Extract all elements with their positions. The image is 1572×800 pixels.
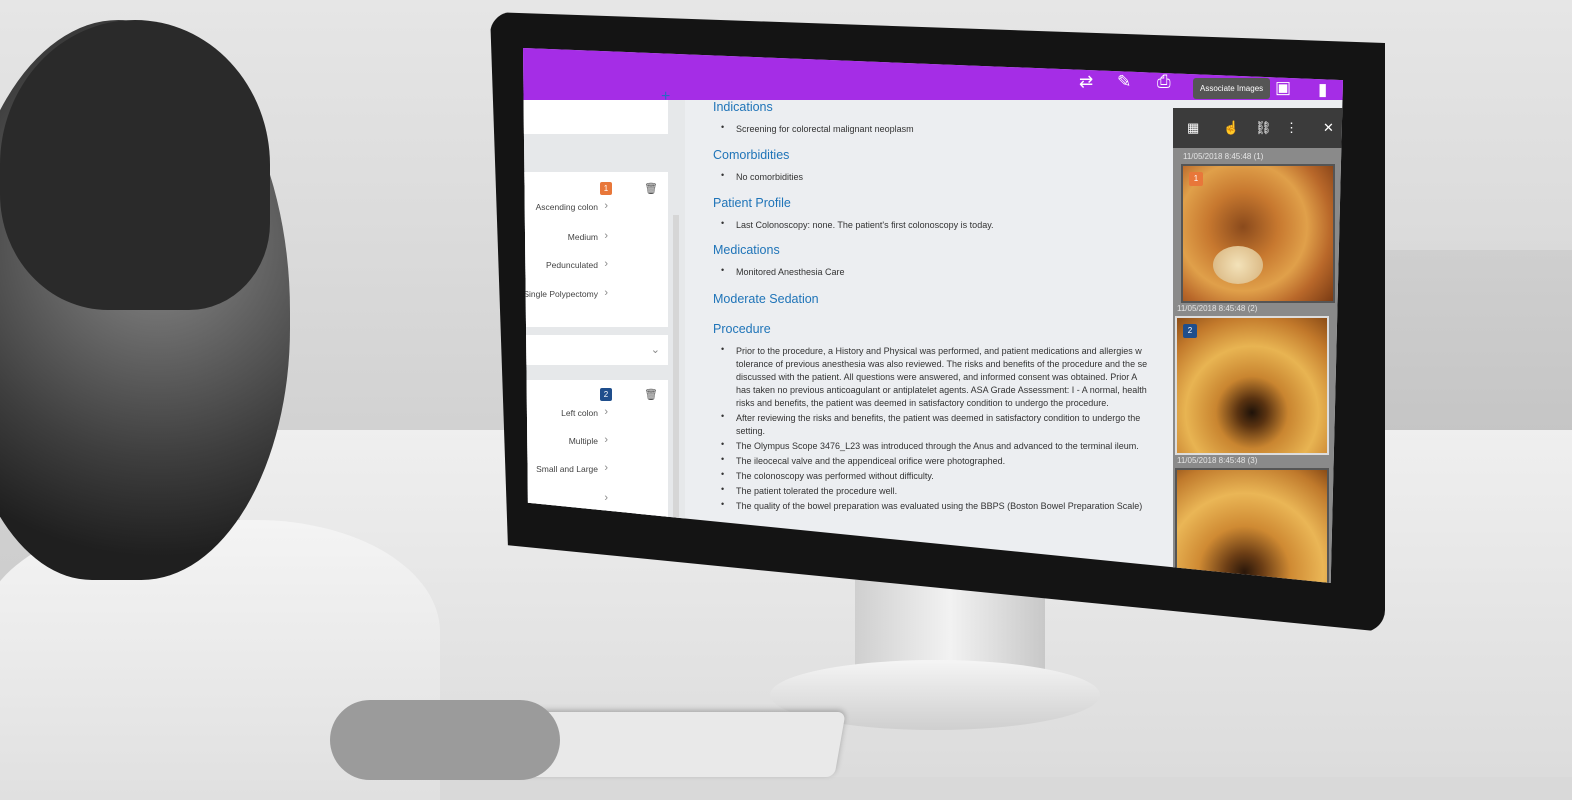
chevron-right-icon[interactable]: ›	[604, 258, 608, 270]
trash-icon[interactable]: 🗑	[644, 182, 658, 195]
indications-heading: Indications	[713, 100, 773, 114]
bullet: •	[721, 439, 725, 449]
finding-badge-2: 2	[600, 388, 612, 401]
chevron-right-icon[interactable]: ›	[604, 406, 608, 418]
procedure-line: Prior to the procedure, a History and Ph…	[736, 346, 1142, 356]
bullet: •	[721, 170, 725, 180]
person-hair	[0, 20, 270, 310]
swap-icon[interactable]: ⇄	[1079, 72, 1093, 92]
bullet: •	[721, 411, 725, 421]
chevron-right-icon[interactable]: ›	[604, 434, 608, 446]
more-vert-icon[interactable]: ⋮	[1285, 120, 1298, 136]
medication-item: Monitored Anesthesia Care	[736, 267, 845, 277]
bullet: •	[721, 218, 725, 228]
finding-badge-1: 1	[600, 182, 612, 195]
procedure-line: The colonoscopy was performed without di…	[736, 471, 934, 481]
image-icon[interactable]: ▣	[1275, 78, 1291, 98]
procedure-line: The patient tolerated the procedure well…	[736, 486, 898, 496]
finding-count[interactable]: Multiple	[569, 436, 598, 446]
chevron-right-icon[interactable]: ›	[604, 492, 608, 504]
chevron-right-icon[interactable]: ›	[604, 230, 608, 242]
bullet: •	[721, 122, 725, 132]
procedure-line: tolerance of previous anesthesia was als…	[736, 359, 1148, 369]
chevron-right-icon[interactable]: ›	[604, 287, 608, 299]
bullet: •	[721, 265, 725, 275]
trash-icon[interactable]: 🗑	[644, 388, 658, 401]
image-badge-1: 1	[1189, 172, 1203, 186]
associate-images-tooltip: Associate Images	[1193, 78, 1271, 99]
procedure-line: setting.	[736, 426, 766, 436]
bullet: •	[721, 469, 725, 479]
comorbidity-item: No comorbidities	[736, 172, 804, 182]
image-toolbar: ▦ ☝ ⛓ ⋮ ✕	[1173, 108, 1343, 148]
findings-header	[523, 100, 668, 134]
chevron-down-icon[interactable]: ⌄	[651, 343, 660, 356]
finding-card-1[interactable]: 1 🗑 Ascending colon › Medium › Peduncula…	[523, 172, 668, 327]
finding-morphology[interactable]: Pedunculated	[546, 260, 598, 270]
procedure-line: After reviewing the risks and benefits, …	[736, 413, 1141, 423]
finding-size[interactable]: Small and Large	[536, 464, 598, 474]
indication-item: Screening for colorectal malignant neopl…	[736, 124, 914, 134]
image-panel: ▦ ☝ ⛓ ⋮ ✕ 11/05/2018 8:45:48 (1) 1 11/05…	[1173, 108, 1343, 583]
bookmark-icon[interactable]: ▮	[1318, 80, 1327, 100]
image-badge-2: 2	[1183, 324, 1197, 338]
polyp	[1213, 246, 1263, 284]
grid-icon[interactable]: ▦	[1187, 120, 1199, 136]
bullet: •	[721, 484, 725, 494]
endoscopy-image-3[interactable]	[1175, 468, 1329, 583]
procedure-line: The quality of the bowel preparation was…	[736, 501, 1143, 511]
endoscopy-image-2[interactable]: 2	[1175, 316, 1329, 455]
finding-size[interactable]: Medium	[568, 232, 598, 242]
associate-hand-icon[interactable]: ☝	[1223, 120, 1239, 136]
procedure-line: The ileocecal valve and the appendiceal …	[736, 456, 1006, 466]
close-icon[interactable]: ✕	[1323, 120, 1334, 136]
print-icon[interactable]: ⎙	[1157, 72, 1171, 92]
bullet: •	[721, 344, 725, 354]
report-body: Indications • Screening for colorectal m…	[711, 100, 1181, 570]
endoscopy-image-1[interactable]: 1	[1181, 164, 1335, 303]
chevron-right-icon[interactable]: ›	[604, 462, 608, 474]
procedure-line: The Olympus Scope 3476_L23 was introduce…	[736, 441, 1139, 451]
finding-location[interactable]: Left colon	[561, 408, 598, 418]
sedation-heading: Moderate Sedation	[713, 292, 819, 306]
procedure-line: has taken no previous anticoagulant or a…	[736, 385, 1147, 395]
chevron-right-icon[interactable]: ›	[604, 200, 608, 212]
image-timestamp: 11/05/2018 8:45:48 (1)	[1183, 152, 1264, 161]
procedure-line: risks and benefits, the patient was deem…	[736, 398, 1109, 408]
finding-intervention[interactable]: Single Polypectomy	[523, 289, 598, 299]
person-hand	[330, 700, 560, 780]
procedure-line: discussed with the patient. All question…	[736, 372, 1138, 382]
collapsed-section[interactable]: ⌄	[523, 335, 668, 365]
patient-profile-item: Last Colonoscopy: none. The patient's fi…	[736, 220, 994, 230]
image-timestamp: 11/05/2018 8:45:48 (3)	[1177, 456, 1258, 465]
comorbidities-heading: Comorbidities	[713, 148, 790, 162]
image-timestamp: 11/05/2018 8:45:48 (2)	[1177, 304, 1258, 313]
bullet: •	[721, 499, 725, 509]
medications-heading: Medications	[713, 243, 780, 257]
findings-scrollbar[interactable]	[673, 215, 679, 545]
patient-profile-heading: Patient Profile	[713, 196, 791, 210]
bullet: •	[721, 454, 725, 464]
add-finding-button[interactable]: +	[661, 88, 670, 106]
edit-icon[interactable]: ✎	[1117, 72, 1131, 92]
procedure-heading: Procedure	[713, 322, 771, 336]
finding-location[interactable]: Ascending colon	[536, 202, 598, 212]
link-icon[interactable]: ⛓	[1255, 120, 1272, 136]
app-screen: ⇄ ✎ ⎙ Associate Images ▣ ▮ + 1 🗑 Ascendi…	[523, 48, 1343, 583]
findings-panel: + 1 🗑 Ascending colon › Medium › Peduncu…	[523, 88, 685, 560]
